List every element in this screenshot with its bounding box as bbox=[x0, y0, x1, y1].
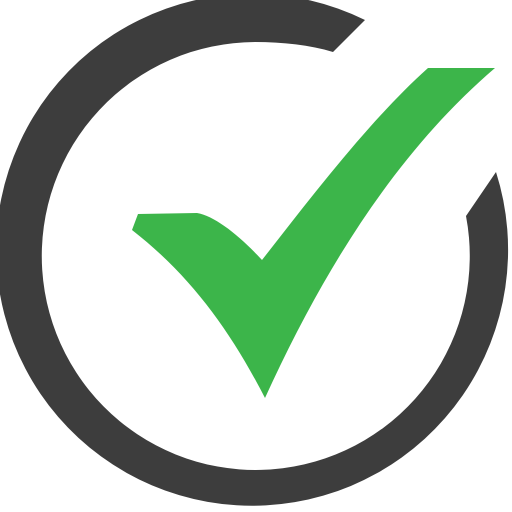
check-circle-icon bbox=[0, 0, 509, 506]
checkmark bbox=[132, 68, 495, 398]
check-circle-graphic bbox=[0, 0, 512, 512]
